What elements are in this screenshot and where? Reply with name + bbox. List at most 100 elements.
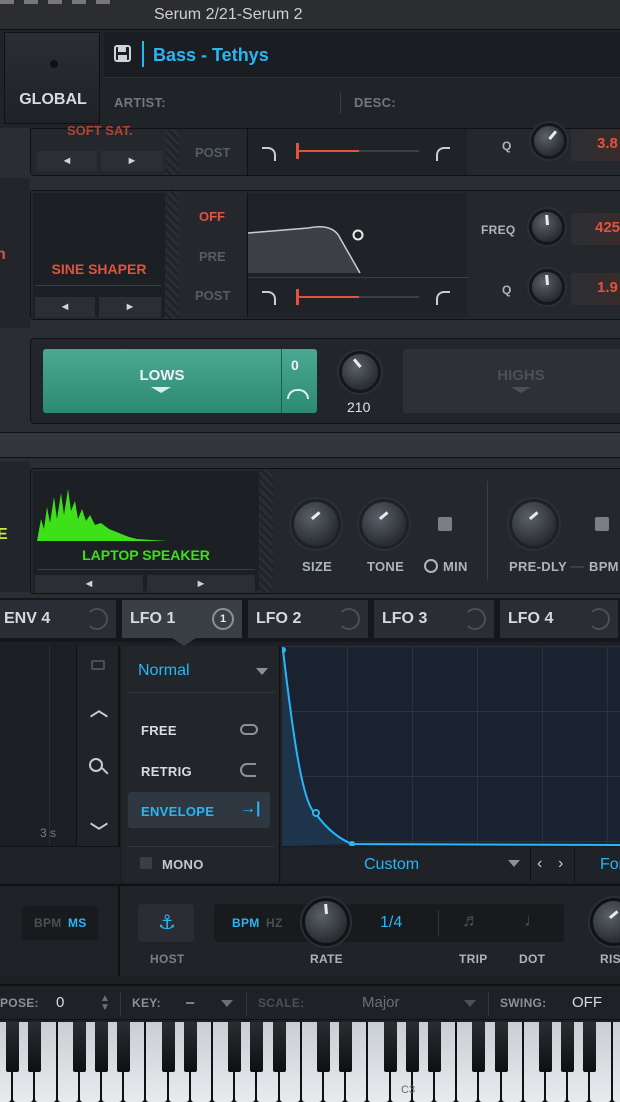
lfo-partial-right[interactable]: For bbox=[600, 856, 620, 874]
search-icon[interactable] bbox=[89, 758, 103, 772]
tab-lfo-2[interactable]: LFO 2 bbox=[248, 600, 370, 638]
black-key[interactable] bbox=[383, 1022, 397, 1072]
reverb-side: E bbox=[0, 462, 30, 592]
lows-band-button[interactable]: LOWS 0 bbox=[43, 349, 317, 413]
shape-prev-icon[interactable]: ‹ bbox=[537, 855, 542, 873]
envelope-option[interactable]: ENVELOPE →| bbox=[128, 792, 270, 828]
pre-dly-knob[interactable] bbox=[509, 499, 559, 549]
reverb-prev-button[interactable]: ◄ bbox=[35, 575, 143, 593]
size-knob[interactable] bbox=[291, 499, 341, 549]
piano-keyboard[interactable]: C3 bbox=[0, 1022, 620, 1102]
reverb-next-button[interactable]: ► bbox=[147, 575, 255, 593]
dist-q-knob[interactable] bbox=[529, 269, 565, 305]
black-key[interactable] bbox=[339, 1022, 353, 1072]
distortion-curve-area[interactable] bbox=[247, 193, 468, 317]
key-dropdown-icon[interactable] bbox=[221, 1000, 233, 1007]
free-option[interactable]: FREE bbox=[141, 723, 177, 738]
filter-q-display[interactable]: 3.8 bbox=[571, 129, 620, 161]
filter-curve-area[interactable] bbox=[247, 129, 467, 175]
highs-band-button[interactable]: HIGHS bbox=[403, 349, 620, 413]
lfo-mode-dropdown-icon[interactable] bbox=[256, 668, 268, 675]
dotted-note-icon[interactable]: ♩ bbox=[524, 910, 542, 931]
black-key[interactable] bbox=[228, 1022, 242, 1072]
distortion-off-option[interactable]: OFF bbox=[199, 209, 225, 224]
black-key[interactable] bbox=[583, 1022, 597, 1072]
artist-label: ARTIST: bbox=[114, 95, 166, 110]
filter-post-label[interactable]: POST bbox=[195, 145, 230, 160]
window-controls[interactable] bbox=[0, 0, 110, 4]
global-button[interactable]: GLOBAL bbox=[4, 32, 100, 124]
env-graph[interactable]: 3 s ︿ ﹀ bbox=[0, 646, 120, 882]
black-key[interactable] bbox=[161, 1022, 175, 1072]
rate-bpm-label[interactable]: BPM bbox=[232, 916, 260, 930]
host-button[interactable]: ⚓ bbox=[138, 904, 194, 942]
black-key[interactable] bbox=[317, 1022, 330, 1072]
tone-knob[interactable] bbox=[359, 499, 409, 549]
filter-q-label: Q bbox=[502, 139, 512, 153]
black-key[interactable] bbox=[95, 1022, 108, 1072]
reverb-mode[interactable]: LAPTOP SPEAKER bbox=[33, 547, 259, 563]
retrig-icon bbox=[240, 763, 256, 777]
black-key[interactable] bbox=[183, 1022, 197, 1072]
distortion-post-option[interactable]: POST bbox=[195, 288, 230, 303]
black-key[interactable] bbox=[472, 1022, 486, 1072]
lows-link-icon[interactable] bbox=[287, 389, 309, 399]
chevron-down-icon[interactable]: ﹀ bbox=[90, 818, 108, 844]
env-bpm-ms-toggle[interactable]: BPM MS bbox=[22, 906, 98, 940]
tab-lfo-3[interactable]: LFO 3 bbox=[374, 600, 496, 638]
black-key[interactable] bbox=[117, 1022, 131, 1072]
transpose-stepper-icon[interactable]: ▲ ▼ bbox=[100, 994, 110, 1013]
filter-next-button[interactable]: ► bbox=[101, 151, 163, 171]
freq-display[interactable]: 425 bbox=[571, 213, 620, 245]
distortion-mode[interactable]: SINE SHAPER bbox=[31, 261, 167, 277]
tab-env-4[interactable]: ENV 4 bbox=[0, 600, 118, 638]
lfo-mode[interactable]: Normal bbox=[138, 662, 190, 680]
rate-hz-label[interactable]: HZ bbox=[266, 916, 283, 930]
scale-value[interactable]: Major bbox=[362, 994, 400, 1011]
black-key[interactable] bbox=[28, 1022, 42, 1072]
tab-lfo-1[interactable]: LFO 1 1 bbox=[122, 600, 244, 646]
envelope-arrow-icon: →| bbox=[240, 800, 261, 817]
dist-q-display[interactable]: 1.9 bbox=[571, 273, 620, 305]
black-key[interactable] bbox=[561, 1022, 575, 1072]
swing-value[interactable]: OFF bbox=[572, 994, 602, 1011]
distortion-pre-option[interactable]: PRE bbox=[199, 249, 226, 264]
black-key[interactable] bbox=[539, 1022, 552, 1072]
key-value[interactable]: – bbox=[186, 994, 194, 1011]
black-key[interactable] bbox=[428, 1022, 441, 1072]
distortion-prev-button[interactable]: ◄ bbox=[35, 297, 95, 317]
env-bpm-label: BPM bbox=[34, 916, 62, 930]
lock-icon[interactable] bbox=[91, 660, 105, 670]
shape-dropdown-icon[interactable] bbox=[508, 860, 520, 867]
rate-value[interactable]: 1/4 bbox=[380, 914, 402, 932]
black-key[interactable] bbox=[405, 1022, 419, 1072]
rate-knob[interactable] bbox=[302, 898, 350, 946]
lows-value[interactable]: 0 bbox=[291, 357, 299, 373]
bpm-checkbox[interactable] bbox=[595, 517, 609, 531]
black-key[interactable] bbox=[6, 1022, 20, 1072]
preset-name[interactable]: Bass - Tethys bbox=[153, 45, 269, 66]
crossover-knob[interactable] bbox=[339, 351, 381, 393]
lfo-graph[interactable] bbox=[282, 646, 620, 846]
lfo-shape[interactable]: Custom bbox=[364, 856, 419, 874]
scale-dropdown-icon[interactable] bbox=[464, 1000, 476, 1007]
freq-knob[interactable] bbox=[529, 209, 565, 245]
retrig-option[interactable]: RETRIG bbox=[141, 764, 192, 779]
filter-q-knob[interactable] bbox=[531, 123, 567, 159]
rise-knob[interactable] bbox=[590, 898, 620, 946]
chevron-up-icon[interactable]: ︿ bbox=[90, 696, 108, 722]
white-key[interactable] bbox=[612, 1022, 620, 1102]
black-key[interactable] bbox=[272, 1022, 286, 1072]
tab-lfo-4[interactable]: LFO 4 bbox=[500, 600, 620, 638]
save-icon[interactable] bbox=[114, 45, 131, 62]
shape-next-icon[interactable]: › bbox=[558, 855, 563, 873]
min-checkbox[interactable] bbox=[438, 517, 452, 531]
black-key[interactable] bbox=[72, 1022, 86, 1072]
triplet-note-icon[interactable]: ♬ bbox=[462, 910, 480, 931]
mono-checkbox[interactable] bbox=[140, 857, 152, 869]
black-key[interactable] bbox=[494, 1022, 508, 1072]
transpose-value[interactable]: 0 bbox=[56, 994, 64, 1011]
filter-prev-button[interactable]: ◄ bbox=[37, 151, 97, 171]
black-key[interactable] bbox=[250, 1022, 264, 1072]
distortion-next-button[interactable]: ► bbox=[99, 297, 161, 317]
